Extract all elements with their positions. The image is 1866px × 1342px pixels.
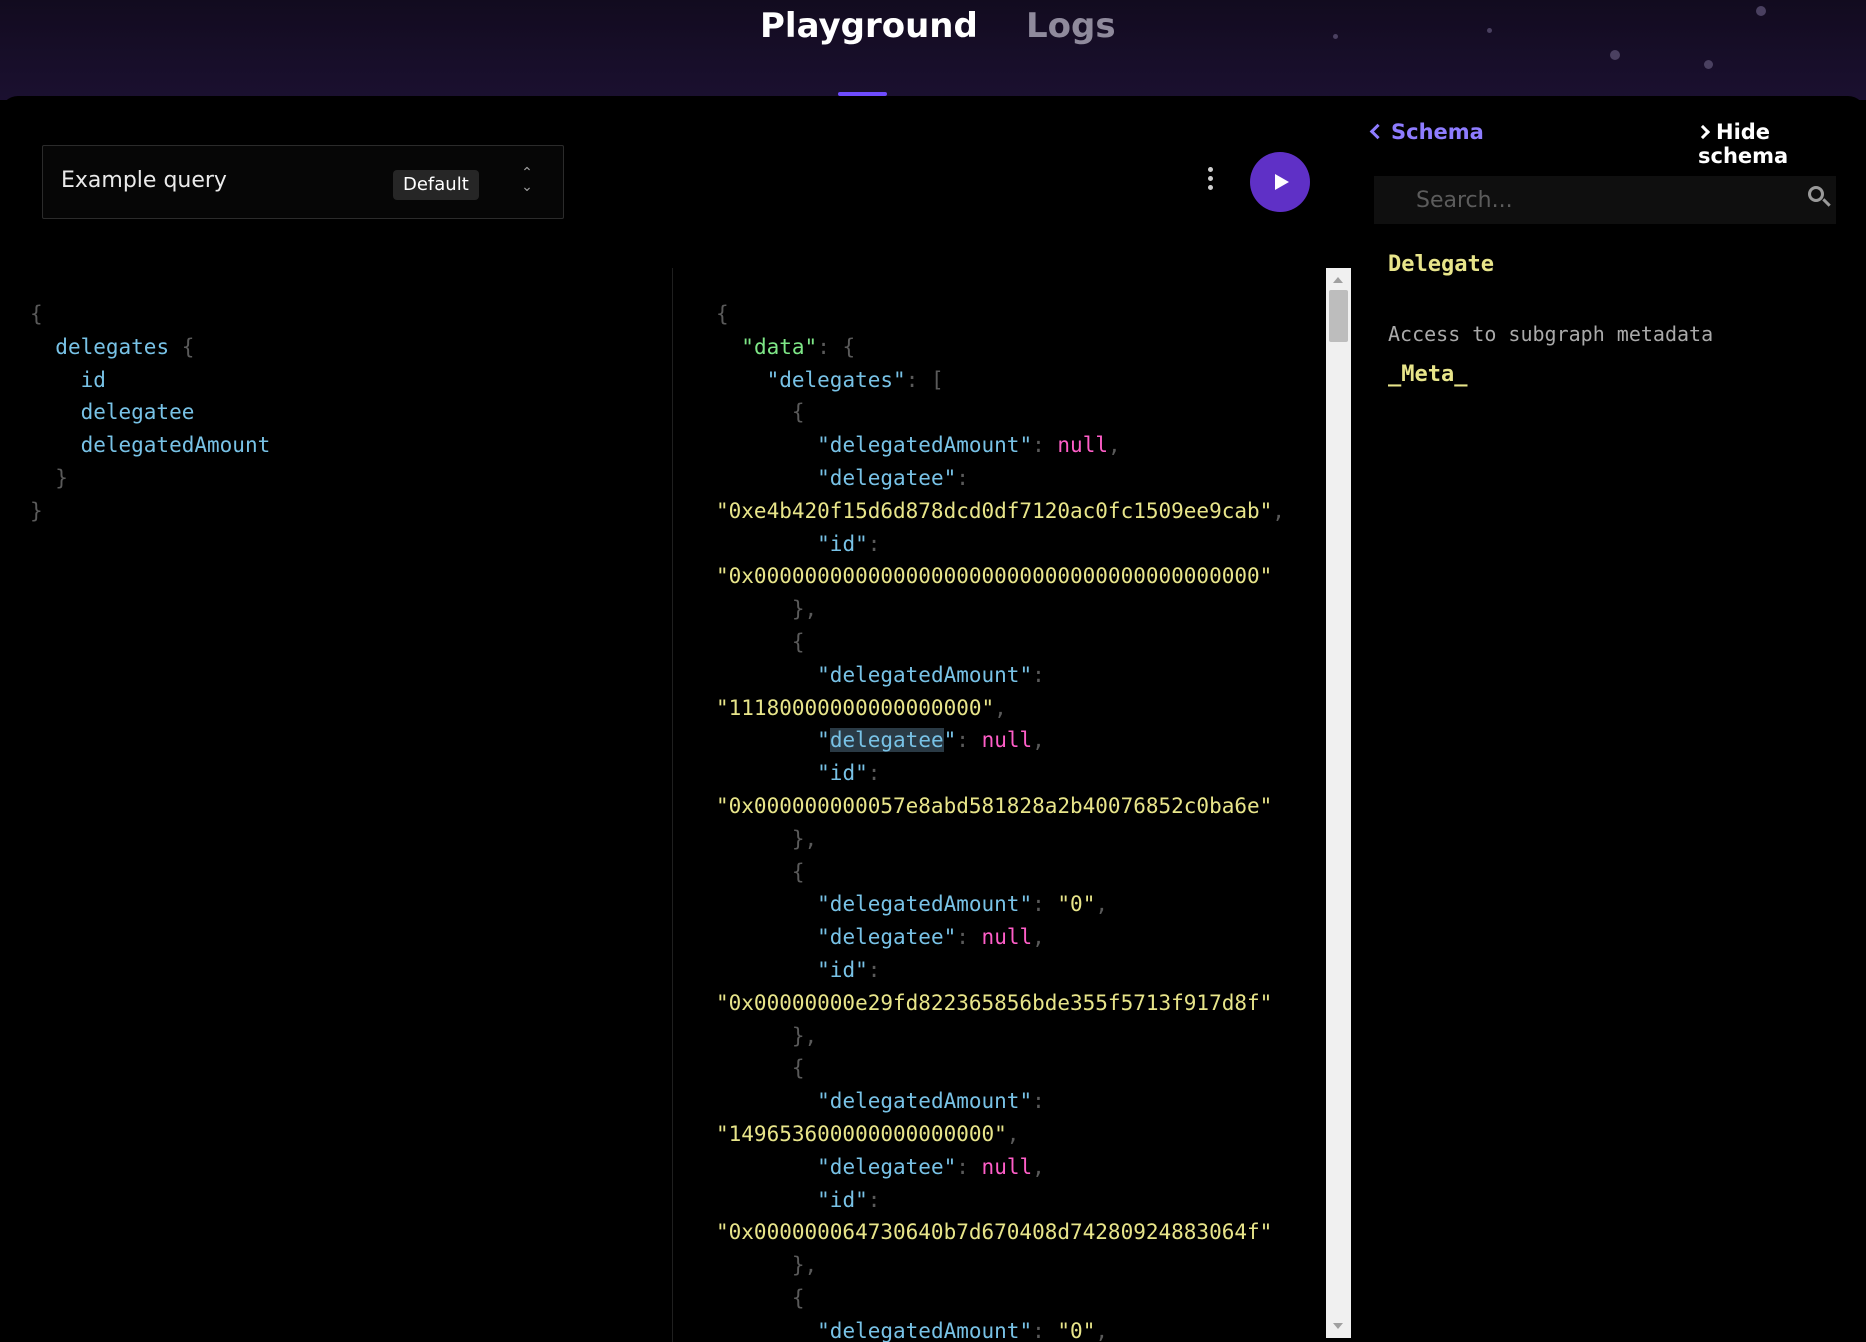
schema-back-button[interactable]: Schema (1369, 120, 1484, 144)
result-value: "149653600000000000000" (716, 1121, 1007, 1146)
schema-type-name: Delegate (1388, 252, 1494, 277)
default-badge: Default (393, 170, 479, 200)
play-icon (1275, 174, 1289, 190)
search-icon[interactable] (1808, 186, 1832, 210)
result-value: "11180000000000000000" (716, 695, 995, 720)
tab-bar: Playground Logs (0, 0, 1866, 100)
result-scrollbar[interactable] (1326, 268, 1351, 1338)
tab-playground[interactable]: Playground (760, 6, 978, 46)
query-selector[interactable]: Example query Default ⌃ ⌄ (42, 145, 564, 219)
chevron-right-icon (1695, 124, 1711, 140)
query-field: delegatee (80, 400, 195, 425)
run-query-button[interactable] (1250, 152, 1310, 212)
result-value: "0x0000000000000000000000000000000000000… (716, 564, 1273, 589)
schema-description: Access to subgraph metadata (1388, 322, 1714, 346)
scroll-up-icon[interactable] (1333, 277, 1343, 283)
query-name: Example query (61, 168, 227, 193)
result-value: "0" (1057, 892, 1096, 917)
tab-logs[interactable]: Logs (1026, 6, 1116, 46)
top-header: Playground Logs (0, 0, 1866, 100)
more-options-button[interactable] (1202, 164, 1218, 198)
vertical-ellipsis-icon (1207, 167, 1213, 172)
scrollbar-thumb[interactable] (1329, 290, 1348, 342)
query-root-field: delegates (55, 334, 170, 359)
result-value: "0xe4b420f15d6d878dcd0df7120ac0fc1509ee9… (716, 498, 1273, 523)
result-value: "0x000000064730640b7d670408d742809248830… (716, 1220, 1273, 1245)
result-value: null (1057, 433, 1108, 458)
schema-field-link[interactable]: _Meta_ (1388, 362, 1467, 387)
hide-schema-button[interactable]: Hide schema (1695, 120, 1866, 168)
result-value: "0x000000000057e8abd581828a2b40076852c0b… (716, 793, 1273, 818)
chevron-updown-icon[interactable]: ⌃ ⌄ (517, 166, 537, 200)
result-value: "0" (1057, 1318, 1096, 1342)
result-value: null (981, 925, 1033, 950)
schema-search-input[interactable] (1374, 176, 1836, 224)
result-viewer[interactable]: { "data": { "delegates": [ { "delegatedA… (716, 298, 1316, 1342)
chevron-left-icon (1369, 123, 1386, 140)
result-value: null (981, 728, 1033, 753)
result-value: "0x00000000e29fd822365856bde355f5713f917… (716, 990, 1273, 1015)
result-value: null (981, 1154, 1033, 1179)
query-field: id (80, 367, 106, 392)
query-editor[interactable]: { delegates { id delegatee delegatedAmou… (30, 298, 660, 1328)
editor-divider[interactable] (672, 268, 673, 1342)
scroll-down-icon[interactable] (1333, 1323, 1343, 1329)
query-field: delegatedAmount (80, 433, 271, 458)
